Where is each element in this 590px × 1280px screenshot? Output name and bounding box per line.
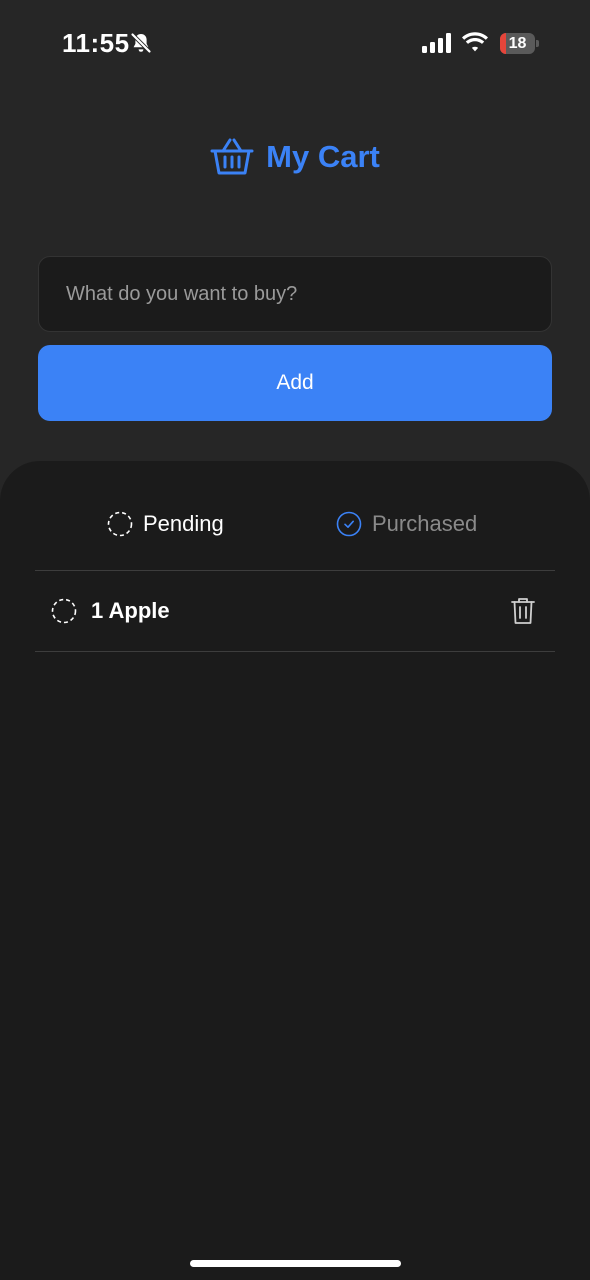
basket-icon — [210, 138, 254, 175]
tab-pending[interactable]: Pending — [107, 509, 224, 539]
trash-icon[interactable] — [510, 596, 536, 626]
home-indicator[interactable] — [190, 1260, 401, 1267]
add-button[interactable]: Add — [38, 345, 552, 421]
battery-icon: 18 — [500, 33, 539, 54]
page-title: My Cart — [266, 139, 380, 174]
tab-purchased-label: Purchased — [372, 511, 478, 536]
bell-slash-icon — [130, 32, 152, 54]
status-bar: 11:55 18 — [0, 0, 590, 90]
tab-pending-label: Pending — [143, 511, 224, 536]
status-time: 11:55 — [62, 28, 130, 58]
item-input-container[interactable] — [38, 256, 552, 332]
item-checkbox-icon[interactable] — [51, 598, 77, 624]
list-item: 1 Apple — [35, 571, 555, 651]
divider — [35, 651, 555, 652]
battery-level: 18 — [508, 35, 527, 52]
item-input[interactable] — [39, 257, 551, 331]
item-label: 1 Apple — [91, 598, 170, 623]
items-panel: Pending Purchased 1 Apple — [0, 461, 590, 1280]
tab-purchased[interactable]: Purchased — [336, 509, 477, 539]
dashed-circle-icon — [107, 511, 133, 537]
signal-icon — [422, 33, 451, 53]
wifi-icon — [462, 32, 488, 52]
check-circle-icon — [336, 511, 362, 537]
page-header: My Cart — [0, 134, 590, 180]
filter-tabs: Pending Purchased — [0, 461, 590, 570]
